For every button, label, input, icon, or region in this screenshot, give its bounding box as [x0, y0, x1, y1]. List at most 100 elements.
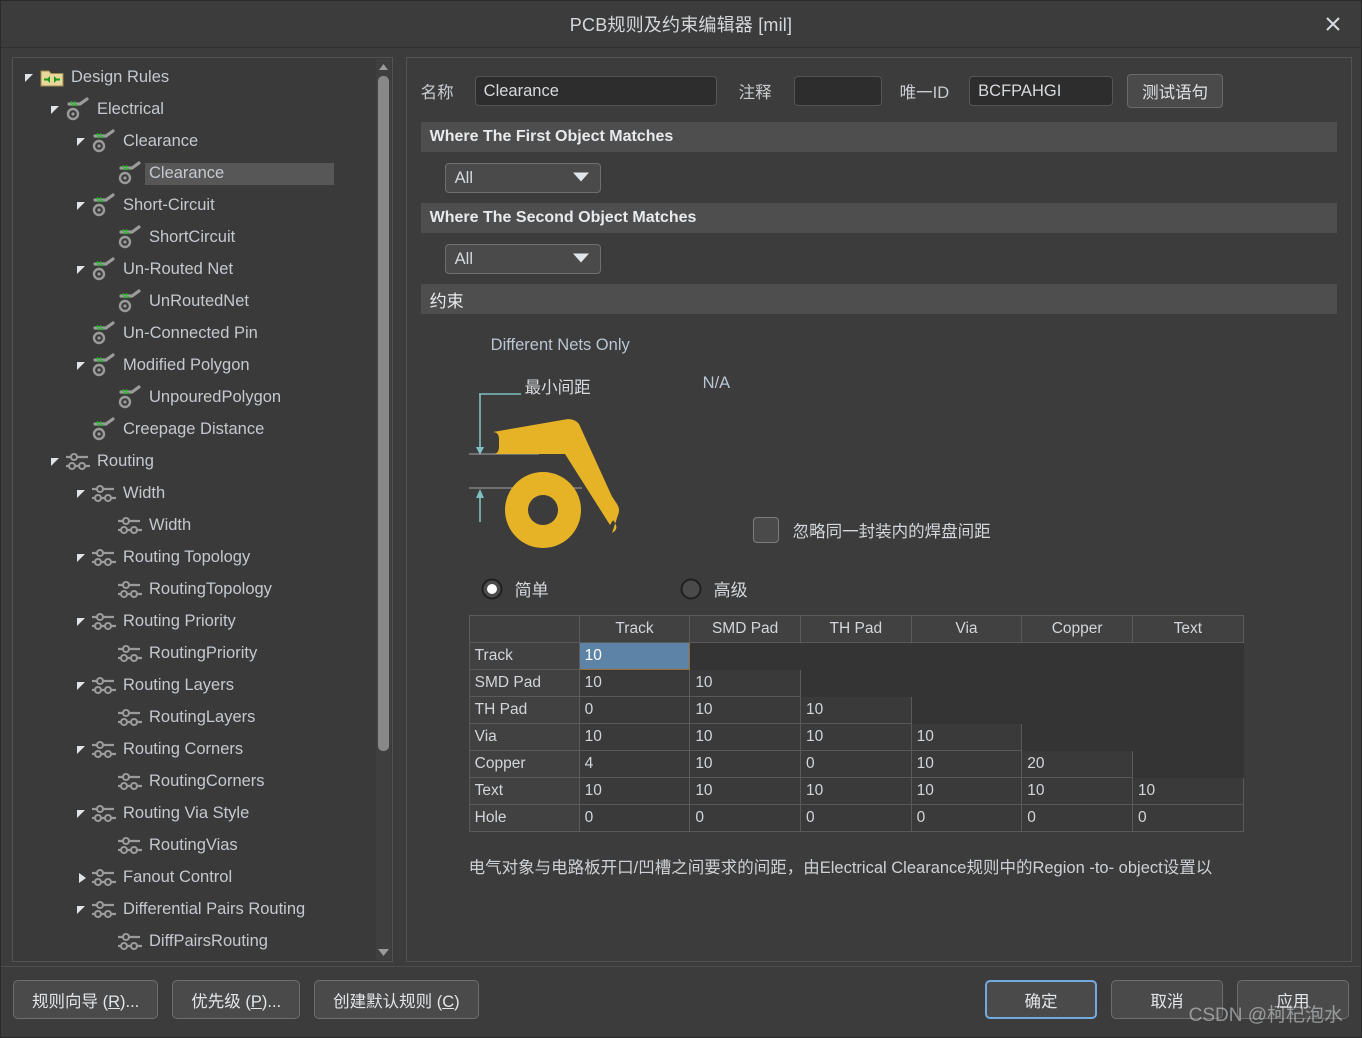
- tree-item-modified-polygon[interactable]: Modified Polygon: [13, 350, 379, 382]
- matrix-cell[interactable]: 0: [799, 804, 912, 832]
- tree-item-clearance[interactable]: Clearance: [13, 126, 379, 158]
- matrix-cell-empty: [1131, 750, 1244, 778]
- tree-item-routing-layers[interactable]: Routing Layers: [13, 670, 379, 702]
- matrix-cell[interactable]: 20: [1021, 750, 1133, 778]
- tree-item-routingvias[interactable]: RoutingVias: [13, 830, 379, 862]
- tree-item-differential-pairs-routing[interactable]: Differential Pairs Routing: [13, 894, 379, 926]
- tree-item-electrical[interactable]: Electrical: [13, 94, 379, 126]
- tree-item-routing-topology[interactable]: Routing Topology: [13, 542, 379, 574]
- collapse-arrow-icon[interactable]: [73, 357, 91, 375]
- tree-item-width[interactable]: Width: [13, 478, 379, 510]
- design-rules-tree[interactable]: Design Rules Electrical Clearance Clearance…: [13, 58, 379, 961]
- collapse-arrow-icon[interactable]: [47, 101, 65, 119]
- matrix-cell[interactable]: 10: [1131, 777, 1244, 805]
- matrix-cell[interactable]: 10: [799, 723, 912, 751]
- tree-item-shortcircuit[interactable]: ShortCircuit: [13, 222, 379, 254]
- scroll-up-arrow-icon[interactable]: [376, 59, 391, 75]
- matrix-cell[interactable]: 4: [578, 750, 691, 778]
- unique-id-input[interactable]: [969, 76, 1114, 106]
- tree-item-routing-corners[interactable]: Routing Corners: [13, 734, 379, 766]
- matrix-cell[interactable]: 10: [578, 669, 691, 697]
- create-default-rules-button[interactable]: 创建默认规则 (C): [314, 980, 479, 1019]
- tree-scrollbar[interactable]: [375, 59, 391, 960]
- ignore-pad-clearance-row[interactable]: 忽略同一封装内的焊盘间距: [752, 517, 991, 543]
- matrix-cell[interactable]: 10: [689, 777, 801, 805]
- collapse-arrow-icon[interactable]: [73, 677, 91, 695]
- matrix-cell[interactable]: 0: [1131, 804, 1244, 832]
- matrix-cell-selected[interactable]: 10: [578, 642, 691, 670]
- collapse-arrow-icon[interactable]: [73, 261, 91, 279]
- cancel-button[interactable]: 取消: [1111, 980, 1223, 1019]
- rule-comment-input[interactable]: [793, 76, 882, 106]
- ignore-pad-clearance-checkbox[interactable]: [752, 517, 779, 543]
- scroll-down-arrow-icon[interactable]: [376, 944, 391, 960]
- tree-item-creepage-distance[interactable]: Creepage Distance: [13, 414, 379, 446]
- ok-button[interactable]: 确定: [985, 980, 1097, 1019]
- clearance-matrix-table[interactable]: Track SMD Pad TH Pad Via Copper Text Track 10 SM…: [468, 615, 1244, 832]
- matrix-cell[interactable]: 10: [910, 750, 1023, 778]
- tree-item-label: Routing Corners: [123, 740, 244, 758]
- tree-item-width[interactable]: Width: [13, 510, 379, 542]
- tree-item-routingcorners[interactable]: RoutingCorners: [13, 766, 379, 798]
- matrix-cell[interactable]: 10: [578, 777, 691, 805]
- first-object-scope-select[interactable]: All: [444, 163, 601, 193]
- test-query-button[interactable]: 测试语句: [1127, 74, 1224, 108]
- collapse-arrow-icon[interactable]: [73, 549, 91, 567]
- collapse-arrow-icon[interactable]: [73, 901, 91, 919]
- matrix-cell[interactable]: 0: [1021, 804, 1133, 832]
- collapse-arrow-icon[interactable]: [73, 485, 91, 503]
- tree-item-routing-priority[interactable]: Routing Priority: [13, 606, 379, 638]
- tree-item-smt[interactable]: SMT: [13, 958, 379, 961]
- tree-item-routingpriority[interactable]: RoutingPriority: [13, 638, 379, 670]
- tree-item-routing[interactable]: Routing: [13, 446, 379, 478]
- tree-item-routingtopology[interactable]: RoutingTopology: [13, 574, 379, 606]
- tree-item-clearance[interactable]: Clearance: [13, 158, 379, 190]
- mode-advanced-radio[interactable]: 高级: [680, 576, 748, 601]
- tree-item-diffpairsrouting[interactable]: DiffPairsRouting: [13, 926, 379, 958]
- mode-simple-radio[interactable]: 简单: [481, 576, 549, 601]
- expand-arrow-icon[interactable]: [73, 869, 91, 887]
- matrix-cell[interactable]: 0: [689, 804, 801, 832]
- tree-item-label: Routing Priority: [123, 612, 236, 630]
- matrix-cell[interactable]: 10: [689, 696, 801, 724]
- matrix-cell[interactable]: 10: [799, 777, 912, 805]
- collapse-arrow-icon[interactable]: [73, 613, 91, 631]
- matrix-cell[interactable]: 0: [799, 750, 912, 778]
- tree-item-un-routed-net[interactable]: Un-Routed Net: [13, 254, 379, 286]
- matrix-cell[interactable]: 10: [910, 723, 1023, 751]
- apply-button[interactable]: 应用: [1237, 980, 1349, 1019]
- tree-item-short-circuit[interactable]: Short-Circuit: [13, 190, 379, 222]
- collapse-arrow-icon[interactable]: [21, 69, 39, 87]
- tree-item-design-rules[interactable]: Design Rules: [13, 62, 379, 94]
- tree-item-unroutednet[interactable]: UnRoutedNet: [13, 286, 379, 318]
- collapse-arrow-icon[interactable]: [47, 453, 65, 471]
- tree-item-un-connected-pin[interactable]: Un-Connected Pin: [13, 318, 379, 350]
- tree-item-routing-via-style[interactable]: Routing Via Style: [13, 798, 379, 830]
- matrix-cell[interactable]: 10: [689, 723, 801, 751]
- close-icon[interactable]: [1305, 1, 1361, 47]
- tree-item-routinglayers[interactable]: RoutingLayers: [13, 702, 379, 734]
- priority-button[interactable]: 优先级 (P)...: [172, 980, 301, 1019]
- rule-wizard-button[interactable]: 规则向导 (R)...: [13, 980, 159, 1019]
- tree-item-fanout-control[interactable]: Fanout Control: [13, 862, 379, 894]
- electrical-rule-icon: [91, 129, 117, 155]
- matrix-cell[interactable]: 10: [578, 723, 691, 751]
- matrix-cell[interactable]: 10: [799, 696, 912, 724]
- electrical-rule-icon: [117, 225, 143, 251]
- tree-scrollbar-thumb[interactable]: [377, 76, 389, 751]
- second-object-scope-select[interactable]: All: [444, 244, 601, 274]
- tree-item-label: Routing: [97, 452, 154, 470]
- matrix-cell[interactable]: 10: [1021, 777, 1133, 805]
- matrix-cell[interactable]: 0: [578, 804, 691, 832]
- collapse-arrow-icon[interactable]: [73, 133, 91, 151]
- matrix-cell[interactable]: 10: [689, 750, 801, 778]
- matrix-cell[interactable]: 10: [910, 777, 1023, 805]
- tree-item-unpouredpolygon[interactable]: UnpouredPolygon: [13, 382, 379, 414]
- matrix-cell[interactable]: 10: [689, 669, 801, 697]
- matrix-cell[interactable]: 0: [578, 696, 691, 724]
- collapse-arrow-icon[interactable]: [73, 197, 91, 215]
- matrix-cell[interactable]: 0: [910, 804, 1023, 832]
- rule-name-input[interactable]: [474, 76, 717, 106]
- collapse-arrow-icon[interactable]: [73, 805, 91, 823]
- collapse-arrow-icon[interactable]: [73, 741, 91, 759]
